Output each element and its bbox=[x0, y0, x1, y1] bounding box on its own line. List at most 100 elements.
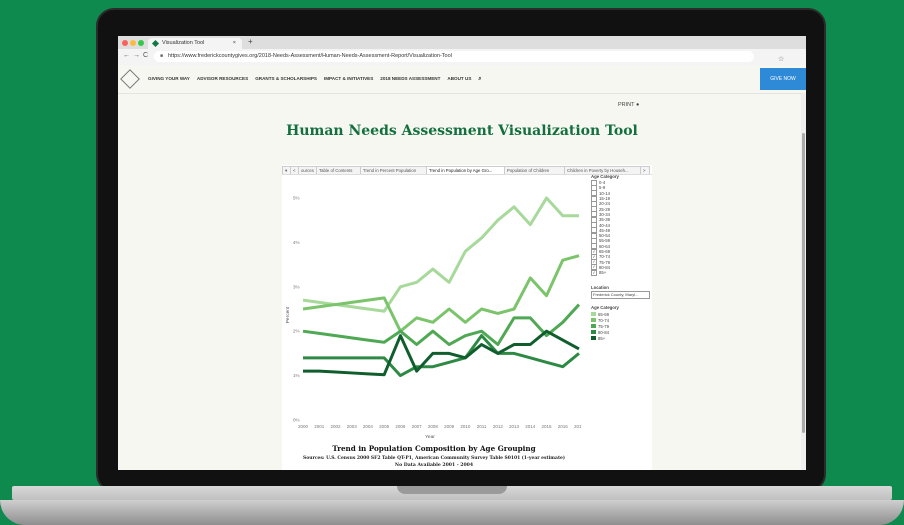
legend-label: 65-69 bbox=[598, 311, 609, 317]
age-filter-label: 20-24 bbox=[599, 201, 610, 207]
legend-swatch bbox=[591, 324, 596, 329]
nav-links: GIVING YOUR WAY ADVISOR RESOURCES GRANTS… bbox=[148, 76, 481, 83]
reload-icon[interactable]: C bbox=[143, 52, 148, 59]
viz-tab-table-of-contents[interactable]: Table of Contents bbox=[316, 166, 362, 174]
close-tab-icon[interactable]: × bbox=[233, 38, 236, 49]
give-now-button[interactable]: GIVE NOW bbox=[760, 68, 806, 90]
age-filter-label: 65-69 bbox=[599, 249, 610, 254]
x-tick-label: 2008 bbox=[428, 424, 439, 429]
browser-window: Visualization Tool × + ← → C ■ https://w… bbox=[118, 36, 806, 470]
nav-item-impact-initiatives[interactable]: IMPACT & INITIATIVES bbox=[324, 76, 373, 83]
nav-item-grants-scholarships[interactable]: GRANTS & SCHOLARSHIPS bbox=[255, 76, 317, 83]
location-select[interactable]: Frederick County, Maryl... bbox=[591, 291, 650, 300]
location-filter-header: Location bbox=[591, 285, 609, 291]
chart-subtitle: Sources: U.S. Census 2000 SF2 Table QT-P… bbox=[303, 454, 565, 461]
x-tick-label: 2017 bbox=[574, 424, 582, 429]
print-button[interactable]: PRINT ● bbox=[618, 102, 639, 108]
legend-item[interactable]: 85+ bbox=[591, 335, 661, 341]
close-window-button[interactable] bbox=[122, 40, 128, 46]
x-tick-label: 2016 bbox=[558, 424, 569, 429]
back-icon[interactable]: ← bbox=[123, 52, 130, 59]
bookmark-star-icon[interactable]: ☆ bbox=[778, 54, 784, 65]
age-filter-label: 45-49 bbox=[599, 227, 610, 233]
site-logo[interactable] bbox=[120, 69, 140, 89]
series-line-80-84[interactable] bbox=[303, 334, 580, 378]
age-filter-label: 70-74 bbox=[599, 254, 610, 260]
base-notch bbox=[397, 486, 507, 494]
legend-swatch bbox=[591, 330, 596, 335]
legend-swatch bbox=[591, 312, 596, 317]
x-tick-label: 2009 bbox=[444, 424, 455, 429]
age-filter-label: 10-14 bbox=[599, 190, 610, 196]
page-scrollbar[interactable] bbox=[801, 93, 806, 470]
age-filter-checkbox[interactable]: ✓ bbox=[591, 269, 597, 276]
series-line-70-74[interactable] bbox=[302, 254, 580, 333]
x-tick-label: 2001 bbox=[314, 424, 325, 429]
scrollbar-thumb[interactable] bbox=[802, 133, 805, 433]
maximize-window-button[interactable] bbox=[138, 40, 144, 46]
y-tick-label: 2% bbox=[293, 329, 300, 334]
y-tick-label: 3% bbox=[293, 284, 300, 289]
site-navigation: GIVING YOUR WAY ADVISOR RESOURCES GRANTS… bbox=[118, 65, 806, 94]
x-tick-label: 2011 bbox=[477, 424, 487, 429]
age-filter-label: 50-54 bbox=[599, 233, 610, 239]
browser-tab[interactable]: Visualization Tool × bbox=[148, 38, 242, 49]
y-axis-label: Percent bbox=[285, 306, 291, 323]
nav-item-needs-assessment[interactable]: 2018 NEEDS ASSESSMENT bbox=[380, 76, 440, 83]
viz-tab-population-children[interactable]: Population of Children bbox=[504, 166, 566, 174]
age-filter-label: 75-79 bbox=[599, 259, 610, 265]
page-title: Human Needs Assessment Visualization Too… bbox=[286, 123, 638, 139]
browser-tab-bar: Visualization Tool × + bbox=[118, 36, 806, 49]
x-tick-label: 2014 bbox=[525, 424, 536, 429]
age-filter-option[interactable]: ✓ 85+ bbox=[591, 269, 661, 276]
x-tick-label: 2013 bbox=[509, 424, 520, 429]
y-tick-label: 1% bbox=[293, 373, 300, 378]
viz-tab-scroll-right-icon[interactable]: > bbox=[640, 166, 650, 174]
new-tab-button[interactable]: + bbox=[248, 37, 253, 46]
legend-list: 65-69 70-74 75-79 80-84 85+ bbox=[591, 311, 661, 341]
nav-item-about-us[interactable]: ABOUT US bbox=[447, 76, 471, 83]
url-input[interactable]: ■ https://www.frederickcountygives.org/2… bbox=[154, 51, 784, 63]
age-filter-label: 0-4 bbox=[599, 180, 606, 186]
age-filter-label: 80-84 bbox=[599, 264, 610, 270]
legend-label: 85+ bbox=[598, 335, 606, 341]
chart-title: Trend in Population Composition by Age G… bbox=[332, 444, 535, 453]
age-filter-header: Age Category bbox=[591, 174, 619, 179]
series-line-65-69[interactable] bbox=[302, 196, 579, 313]
legend-label: 70-74 bbox=[598, 317, 609, 323]
age-filter-label: 15-19 bbox=[599, 196, 610, 202]
viz-tab-children-poverty[interactable]: Children in Poverty by Househ... bbox=[564, 166, 642, 174]
minimize-window-button[interactable] bbox=[130, 40, 136, 46]
x-tick-label: 2012 bbox=[493, 424, 504, 429]
tab-title: Visualization Tool bbox=[162, 40, 205, 46]
viz-tab-trend-age-group[interactable]: Trend in Population by Age Gro... bbox=[426, 166, 506, 174]
forward-icon[interactable]: → bbox=[133, 52, 140, 59]
age-filter-list: 0-4 5-9 10-14 15-19 20-24 25-29 30-34 35-39 40-4… bbox=[591, 179, 661, 276]
y-tick-label: 5% bbox=[293, 196, 300, 201]
legend-label: 80-84 bbox=[598, 329, 609, 335]
x-tick-label: 2010 bbox=[460, 424, 471, 429]
nav-item-advisor-resources[interactable]: ADVISOR RESOURCES bbox=[197, 76, 248, 83]
line-chart: 0% 1% 2% 3% 4% 5% 2000 2001 2002 2003 2004 2005 200… bbox=[285, 196, 582, 469]
age-filter-label: 40-44 bbox=[599, 222, 610, 228]
legend-swatch bbox=[591, 318, 596, 323]
x-axis-label: Year bbox=[425, 434, 435, 440]
viz-tab-trend-percent[interactable]: Trend in Percent Population bbox=[360, 166, 428, 174]
print-icon: ● bbox=[635, 102, 640, 108]
x-tick-label: 2002 bbox=[330, 424, 341, 429]
print-label: PRINT bbox=[618, 102, 635, 108]
x-tick-label: 2003 bbox=[347, 424, 358, 429]
lock-icon: ■ bbox=[160, 53, 164, 59]
viz-tab-sources[interactable]: ources bbox=[298, 166, 318, 174]
x-tick-label: 2005 bbox=[379, 424, 390, 429]
y-tick-label: 4% bbox=[293, 240, 300, 245]
age-filter-label: 35-39 bbox=[599, 217, 610, 223]
chart-note: No Data Available 2001 - 2004 bbox=[395, 462, 474, 468]
age-filter-label: 30-34 bbox=[599, 211, 610, 217]
filter-panel: Age Category 0-4 5-9 10-14 15-19 20-24 25-29 3… bbox=[591, 174, 661, 341]
x-tick-label: 2015 bbox=[542, 424, 553, 429]
x-tick-label: 2006 bbox=[395, 424, 406, 429]
nav-item-giving-your-way[interactable]: GIVING YOUR WAY bbox=[148, 76, 190, 83]
x-tick-label: 2007 bbox=[412, 424, 423, 429]
search-icon[interactable]: ⌕ bbox=[478, 76, 481, 83]
